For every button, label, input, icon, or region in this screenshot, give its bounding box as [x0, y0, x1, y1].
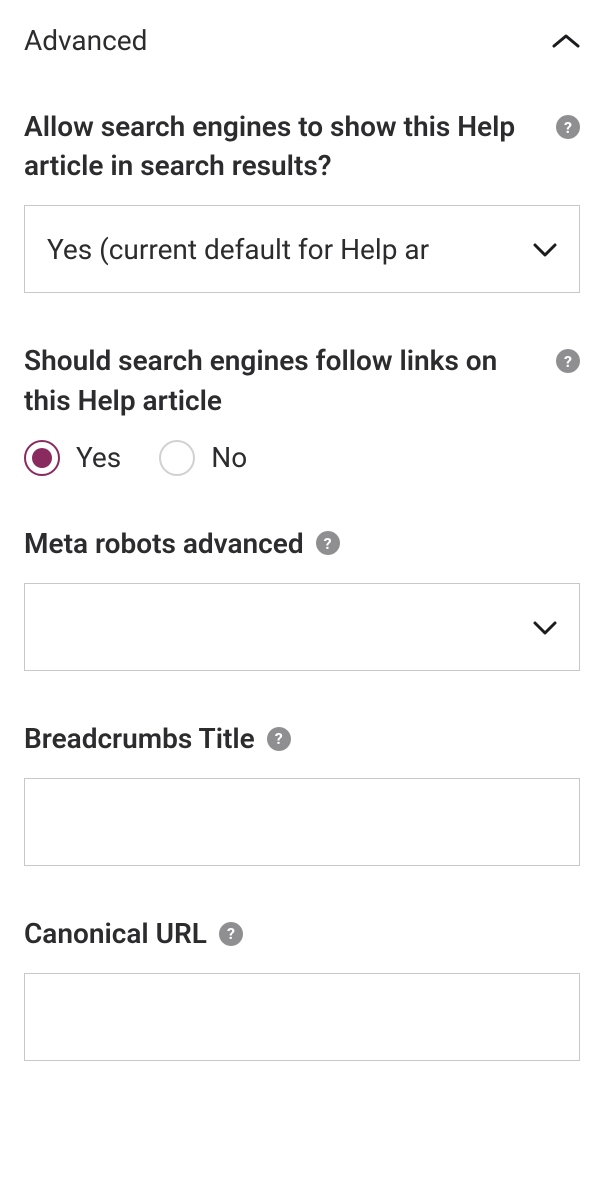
- section-title: Advanced: [24, 24, 147, 57]
- follow-links-label: Should search engines follow links on th…: [24, 341, 556, 419]
- meta-robots-field: Meta robots advanced ?: [24, 524, 580, 671]
- follow-links-no[interactable]: No: [159, 440, 247, 476]
- help-icon[interactable]: ?: [219, 922, 243, 946]
- radio-label-yes: Yes: [76, 441, 121, 474]
- follow-links-field: Should search engines follow links on th…: [24, 341, 580, 475]
- help-icon[interactable]: ?: [267, 727, 291, 751]
- breadcrumbs-input[interactable]: [24, 778, 580, 866]
- help-icon[interactable]: ?: [556, 349, 580, 373]
- chevron-up-icon: [552, 34, 580, 48]
- follow-links-yes[interactable]: Yes: [24, 440, 121, 476]
- allow-search-value: Yes (current default for Help ar: [47, 233, 429, 266]
- chevron-down-icon: [533, 620, 557, 634]
- help-icon[interactable]: ?: [556, 115, 580, 139]
- meta-robots-label: Meta robots advanced: [24, 524, 304, 563]
- canonical-input[interactable]: [24, 973, 580, 1061]
- allow-search-label: Allow search engines to show this Help a…: [24, 107, 556, 185]
- radio-label-no: No: [211, 441, 247, 474]
- radio-dot-icon: [32, 448, 52, 468]
- canonical-label: Canonical URL: [24, 914, 207, 953]
- radio-icon: [24, 440, 60, 476]
- chevron-down-icon: [533, 242, 557, 256]
- follow-links-radios: Yes No: [24, 440, 580, 476]
- breadcrumbs-field: Breadcrumbs Title ?: [24, 719, 580, 866]
- meta-robots-select[interactable]: [24, 583, 580, 671]
- radio-icon: [159, 440, 195, 476]
- canonical-field: Canonical URL ?: [24, 914, 580, 1061]
- help-icon[interactable]: ?: [316, 531, 340, 555]
- allow-search-select[interactable]: Yes (current default for Help ar: [24, 205, 580, 293]
- advanced-section-header[interactable]: Advanced: [24, 24, 580, 57]
- breadcrumbs-label: Breadcrumbs Title: [24, 719, 255, 758]
- allow-search-field: Allow search engines to show this Help a…: [24, 107, 580, 293]
